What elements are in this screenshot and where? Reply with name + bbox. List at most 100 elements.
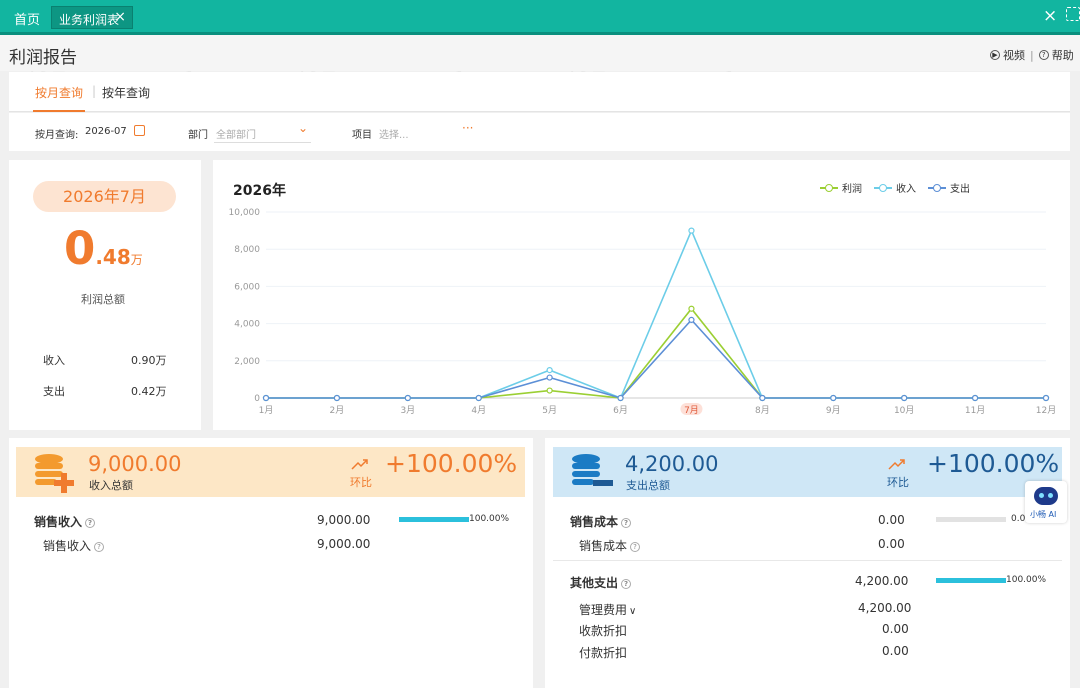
- data-point: [1042, 394, 1050, 402]
- expense-total-label: 支出总额: [626, 479, 670, 492]
- chevron-down-icon[interactable]: ∨: [629, 606, 636, 617]
- row-label: 销售收入: [43, 539, 92, 553]
- database-plus-icon: [35, 454, 74, 493]
- cost-row-value: 0.00: [878, 513, 905, 527]
- more-icon[interactable]: ···: [462, 121, 473, 135]
- cost-subrow-name: 销售成本?: [579, 537, 641, 554]
- tab-monthly[interactable]: 按月查询: [32, 84, 86, 112]
- question-icon[interactable]: ?: [85, 518, 96, 528]
- ai-assistant-label: 小畅 AI: [1030, 510, 1057, 519]
- mgmt-expense-row[interactable]: 管理费用 ∨: [579, 601, 636, 618]
- chevron-down-icon[interactable]: ⌄: [298, 121, 308, 135]
- tab-close-icon[interactable]: ×: [114, 9, 126, 25]
- income-card: 9,000.00 收入总额 环比 +100.00% 销售收入? 9,000.00…: [9, 438, 533, 688]
- month-input[interactable]: 2026-07: [85, 126, 127, 137]
- other-row-value: 4,200.00: [855, 574, 909, 588]
- month-badge: 2026年7月: [33, 181, 176, 212]
- other-bar-label: 100.00%: [1006, 575, 1047, 585]
- receipt-discount-value: 0.00: [882, 622, 909, 636]
- mgmt-expense-value: 4,200.00: [858, 601, 912, 615]
- robot-icon: [1034, 487, 1058, 505]
- top-bar: 首页 业务利润表 × ×: [0, 0, 1080, 35]
- x-tick-label: 6月: [613, 405, 628, 416]
- project-input[interactable]: 选择...: [379, 126, 409, 141]
- tab-yearly[interactable]: 按年查询: [102, 84, 150, 101]
- income-total-label: 收入总额: [89, 479, 133, 492]
- data-point: [262, 394, 270, 402]
- x-tick-label: 12月: [1036, 405, 1056, 416]
- line-chart: 0 2,000 4,000 6,000 8,000 10,000 1月 2月 3月 4月 5月 6月 7…: [229, 208, 1057, 416]
- data-point: [688, 305, 695, 312]
- query-tabs: 按月查询 | 按年查询: [9, 72, 1070, 112]
- tab-separator: |: [92, 84, 97, 98]
- data-point: [475, 394, 482, 402]
- series-line: [266, 228, 1046, 400]
- question-icon[interactable]: ?: [621, 518, 632, 528]
- cost-bar-label: 0.0: [1011, 514, 1026, 524]
- page-title: 利润报告: [9, 48, 77, 68]
- expense-ratio-label: 环比: [887, 476, 909, 489]
- cost-subrow-value: 0.00: [878, 537, 905, 551]
- header-help-links: ▶ 视频 | ? 帮助: [990, 47, 1074, 63]
- expand-icon[interactable]: [1066, 7, 1080, 21]
- y-tick-label: 0: [254, 394, 260, 404]
- row-label: 销售成本: [579, 539, 628, 553]
- data-point: [688, 227, 695, 234]
- question-icon[interactable]: ?: [630, 542, 641, 552]
- x-tick-label: 1月: [259, 405, 274, 416]
- database-minus-icon: [572, 454, 613, 486]
- x-tick-label: 2月: [330, 405, 345, 416]
- expense-card: 4,200.00 支出总额 环比 +100.00% 销售成本? 0.00 0.0…: [545, 438, 1070, 688]
- payment-discount-value: 0.00: [882, 644, 909, 658]
- profit-int: 0: [64, 222, 96, 275]
- expense-ratio-value: +100.00%: [927, 449, 1060, 478]
- dept-underline: [214, 142, 311, 143]
- home-tab[interactable]: 首页: [14, 9, 40, 28]
- series-line: [266, 318, 1046, 399]
- video-link[interactable]: 视频: [1003, 47, 1025, 63]
- income-subrow-name: 销售收入?: [43, 537, 105, 554]
- question-icon[interactable]: ?: [621, 579, 632, 589]
- profit-unit: 万: [130, 253, 143, 267]
- x-tick-label: 3月: [400, 405, 415, 416]
- help-link[interactable]: 帮助: [1052, 47, 1074, 63]
- row-label: 其他支出: [570, 576, 619, 590]
- close-icon[interactable]: ×: [1043, 6, 1057, 26]
- data-point: [971, 394, 979, 402]
- data-point: [404, 394, 411, 402]
- expense-label: 支出: [43, 385, 65, 398]
- y-tick-label: 10,000: [229, 208, 261, 218]
- x-tick-label: 10月: [894, 405, 914, 416]
- other-bar: [936, 578, 1006, 583]
- ai-assistant-button[interactable]: 小畅 AI: [1025, 481, 1067, 523]
- page-header: 利润报告 ▶ 视频 | ? 帮助: [0, 35, 1080, 71]
- trend-up-icon: [351, 459, 368, 470]
- profit-total: 0.48万: [64, 226, 143, 271]
- expense-total-amount: 4,200.00: [625, 452, 719, 476]
- profit-total-label: 利润总额: [81, 293, 125, 306]
- income-total-amount: 9,000.00: [88, 452, 182, 476]
- income-subrow-value: 9,000.00: [317, 537, 371, 551]
- income-ratio-label: 环比: [350, 476, 372, 489]
- y-tick-label: 2,000: [234, 357, 260, 367]
- data-point: [830, 394, 837, 402]
- series-line: [266, 307, 1046, 399]
- x-tick-label: 5月: [542, 405, 557, 416]
- income-ratio-value: +100.00%: [385, 449, 518, 478]
- data-point: [617, 394, 624, 402]
- data-point: [333, 394, 341, 402]
- dept-select[interactable]: 全部部门: [216, 126, 256, 141]
- project-label: 项目: [352, 130, 372, 141]
- cost-row-name: 销售成本?: [570, 513, 632, 530]
- trend-up-icon: [888, 459, 905, 470]
- data-point: [688, 316, 695, 323]
- tab-profit-report[interactable]: 业务利润表 ×: [51, 6, 133, 29]
- y-tick-label: 4,000: [234, 320, 260, 330]
- calendar-icon[interactable]: [134, 125, 145, 136]
- x-tick-label: 9月: [826, 405, 841, 416]
- dept-label: 部门: [188, 130, 208, 141]
- question-icon[interactable]: ?: [94, 542, 105, 552]
- data-point: [546, 367, 553, 374]
- row-label: 管理费用: [579, 603, 628, 617]
- month-label: 按月查询:: [35, 130, 79, 141]
